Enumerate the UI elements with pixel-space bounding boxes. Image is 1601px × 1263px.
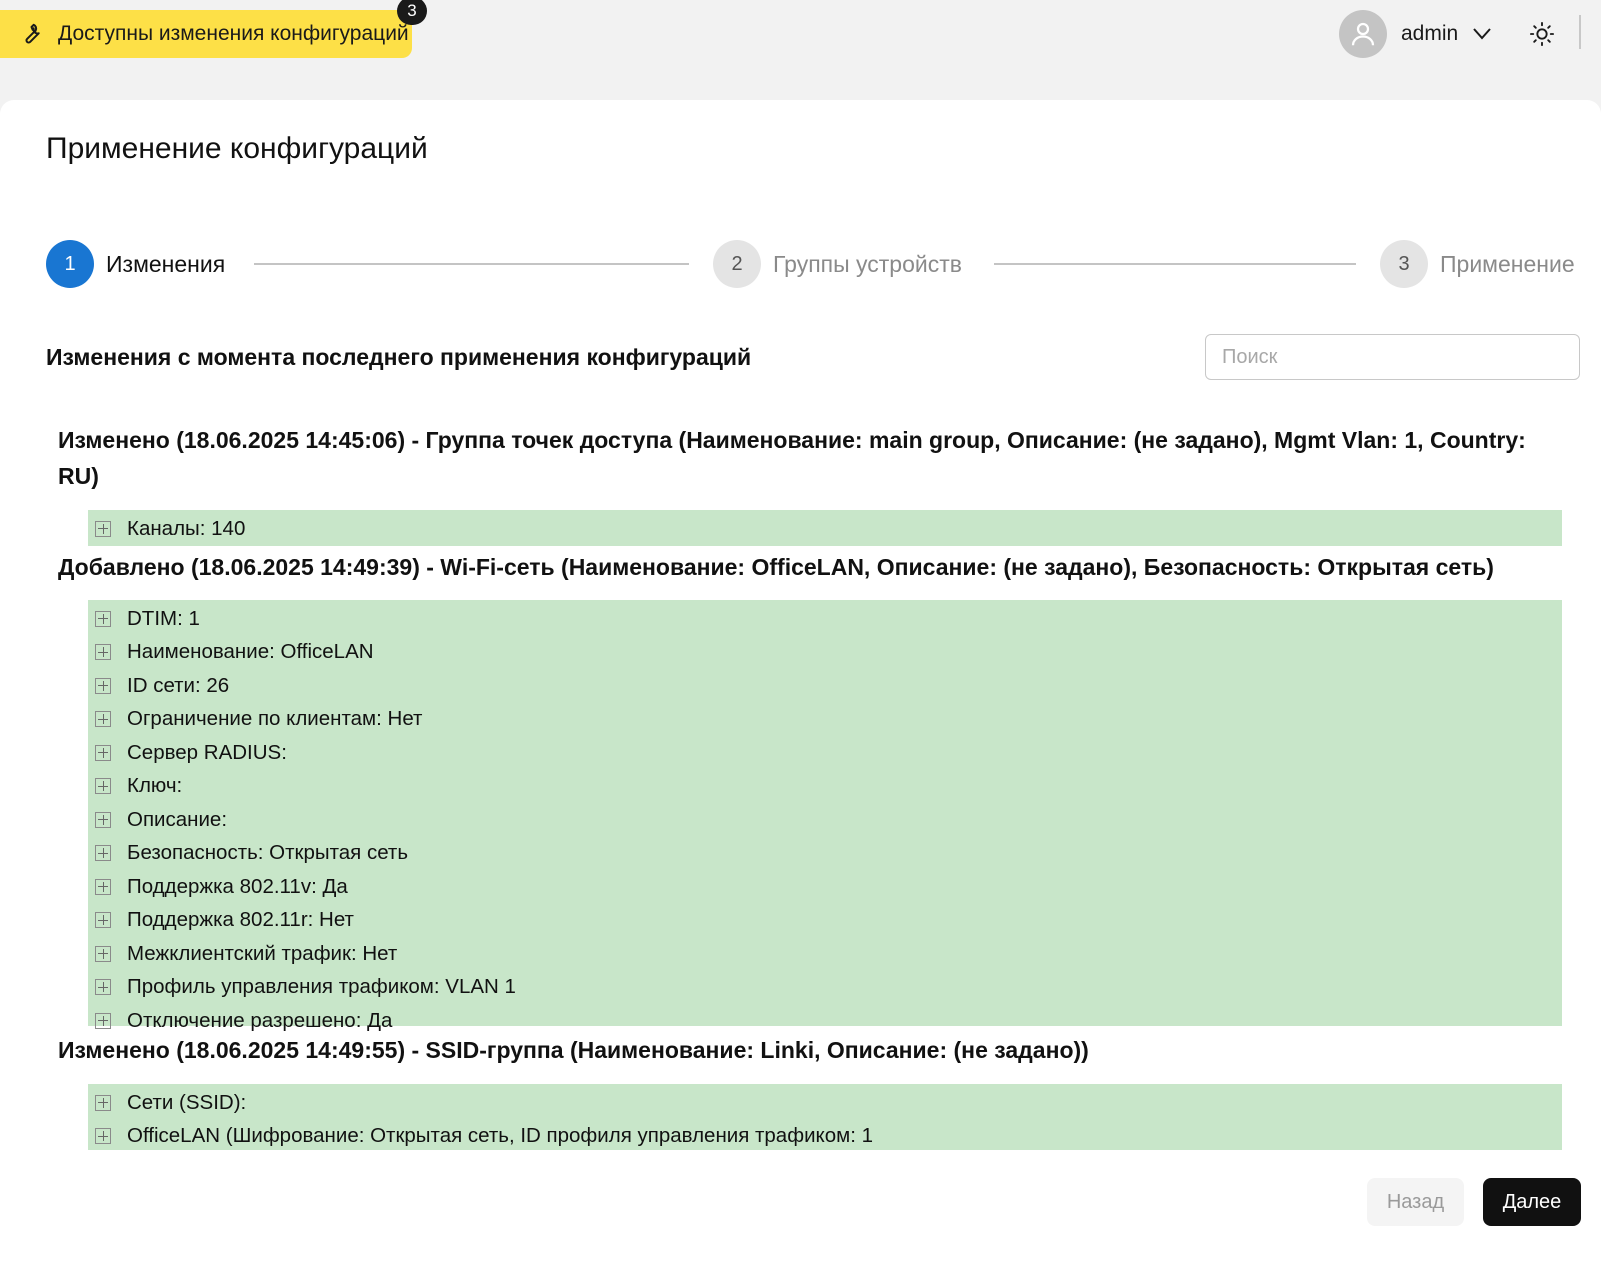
change-line-text: Описание:: [127, 807, 228, 831]
expand-plus-icon[interactable]: [95, 1128, 111, 1145]
section-title: Изменения с момента последнего применени…: [46, 344, 752, 370]
change-line-text: Наименование: OfficeLAN: [127, 640, 374, 664]
search-input[interactable]: [1205, 334, 1580, 380]
change-line-text: OfficeLAN (Шифрование: Открытая сеть, ID…: [127, 1124, 874, 1148]
change-block: Каналы: 140: [88, 510, 1562, 546]
change-line-text: Профиль управления трафиком: VLAN 1: [127, 975, 516, 999]
step-connector: [254, 263, 689, 265]
step-connector: [994, 263, 1356, 265]
expand-plus-icon[interactable]: [95, 744, 111, 761]
expand-plus-icon[interactable]: [95, 610, 111, 627]
step-3-label[interactable]: Применение: [1440, 251, 1575, 278]
top-bar: Доступны изменения конфигураций 3 admin: [0, 0, 1601, 100]
change-line: ID сети: 26: [88, 669, 1562, 703]
avatar-icon: [1339, 10, 1387, 58]
change-line: Каналы: 140: [88, 512, 1562, 546]
step-1-label[interactable]: Изменения: [106, 251, 225, 278]
change-block: DTIM: 1 Наименование: OfficeLAN ID сети:…: [88, 600, 1562, 1032]
change-header: Изменено (18.06.2025 14:45:06) - Группа …: [58, 427, 1526, 489]
change-line: Поддержка 802.11v: Да: [88, 870, 1562, 904]
change-line: Профиль управления трафиком: VLAN 1: [88, 971, 1562, 1005]
expand-plus-icon[interactable]: [95, 1012, 111, 1029]
change-header: Добавлено (18.06.2025 14:49:39) - Wi-Fi-…: [58, 554, 1494, 580]
expand-plus-icon[interactable]: [95, 845, 111, 862]
change-line: Сети (SSID):: [88, 1086, 1562, 1120]
header-divider: [1579, 15, 1581, 49]
change-line: DTIM: 1: [88, 602, 1562, 636]
config-changes-label: Доступны изменения конфигураций: [58, 22, 409, 45]
change-header: Изменено (18.06.2025 14:49:55) - SSID-гр…: [58, 1037, 1089, 1063]
change-line-text: Межклиентский трафик: Нет: [127, 941, 398, 965]
wrench-icon: [18, 21, 44, 47]
expand-plus-icon[interactable]: [95, 979, 111, 996]
expand-plus-icon[interactable]: [95, 644, 111, 661]
change-line-text: Каналы: 140: [127, 516, 246, 540]
step-1-circle[interactable]: 1: [46, 240, 94, 288]
sun-icon[interactable]: [1528, 20, 1556, 48]
step-3-circle[interactable]: 3: [1380, 240, 1428, 288]
change-block: Сети (SSID): OfficeLAN (Шифрование: Откр…: [88, 1084, 1562, 1150]
expand-plus-icon[interactable]: [95, 878, 111, 895]
back-button[interactable]: Назад: [1367, 1178, 1464, 1226]
change-line: Сервер RADIUS:: [88, 736, 1562, 770]
change-line-text: Поддержка 802.11r: Нет: [127, 908, 354, 932]
expand-plus-icon[interactable]: [95, 912, 111, 929]
change-line: OfficeLAN (Шифрование: Открытая сеть, ID…: [88, 1120, 1562, 1154]
change-line-text: Сети (SSID):: [127, 1090, 247, 1114]
user-menu[interactable]: admin: [1339, 10, 1494, 58]
change-line-text: DTIM: 1: [127, 606, 200, 630]
change-line: Описание:: [88, 803, 1562, 837]
page-title: Применение конфигураций: [46, 132, 428, 165]
change-line: Ограничение по клиентам: Нет: [88, 703, 1562, 737]
step-2-circle[interactable]: 2: [713, 240, 761, 288]
change-line-text: Поддержка 802.11v: Да: [127, 874, 348, 898]
change-line: Межклиентский трафик: Нет: [88, 937, 1562, 971]
step-2-label[interactable]: Группы устройств: [773, 251, 962, 278]
change-line: Безопасность: Открытая сеть: [88, 837, 1562, 871]
expand-plus-icon[interactable]: [95, 677, 111, 694]
change-line-text: Ограничение по клиентам: Нет: [127, 707, 423, 731]
change-line: Ключ:: [88, 770, 1562, 804]
change-line-text: Ключ:: [127, 774, 183, 798]
change-line-text: Сервер RADIUS:: [127, 740, 287, 764]
change-line: Наименование: OfficeLAN: [88, 636, 1562, 670]
config-changes-button[interactable]: Доступны изменения конфигураций: [0, 10, 412, 58]
change-line-text: Безопасность: Открытая сеть: [127, 841, 408, 865]
expand-plus-icon[interactable]: [95, 811, 111, 828]
expand-plus-icon[interactable]: [95, 520, 111, 537]
main-panel: Применение конфигураций 1 Изменения 2 Гр…: [0, 100, 1601, 1263]
expand-plus-icon[interactable]: [95, 711, 111, 728]
expand-plus-icon[interactable]: [95, 778, 111, 795]
config-count-badge: 3: [397, 0, 427, 25]
expand-plus-icon[interactable]: [95, 945, 111, 962]
chevron-down-icon: [1472, 23, 1494, 45]
change-line-text: ID сети: 26: [127, 673, 230, 697]
change-line-text: Отключение разрешено: Да: [127, 1008, 393, 1032]
username: admin: [1401, 22, 1459, 45]
expand-plus-icon[interactable]: [95, 1094, 111, 1111]
change-line: Поддержка 802.11r: Нет: [88, 904, 1562, 938]
next-button[interactable]: Далее: [1483, 1178, 1581, 1226]
